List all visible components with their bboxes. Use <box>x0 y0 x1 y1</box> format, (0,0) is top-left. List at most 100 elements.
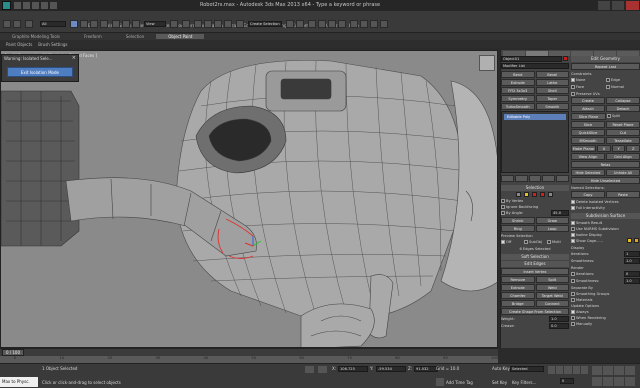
when-rendering-radio[interactable] <box>571 316 575 320</box>
isolation-close-icon[interactable]: × <box>72 55 76 61</box>
attach-button[interactable]: Attach <box>571 105 605 112</box>
grid-align-button[interactable]: Grid Align <box>606 153 640 160</box>
angle-snap-icon[interactable] <box>204 20 212 28</box>
material-editor-icon[interactable] <box>350 20 358 28</box>
reference-coordinate-dropdown[interactable]: View <box>144 21 166 27</box>
selection-filter-dropdown[interactable]: All <box>40 21 66 27</box>
edit-named-selection-icon[interactable] <box>236 20 244 28</box>
render-iterations-field[interactable]: 0 <box>624 271 640 277</box>
render-setup-icon[interactable] <box>360 20 368 28</box>
absolute-mode-icon[interactable] <box>318 366 327 373</box>
ffd-button[interactable]: FFD 3x3x3 <box>501 87 535 94</box>
time-tag-icon[interactable] <box>436 378 444 386</box>
collapse-button[interactable]: Collapse <box>606 97 640 104</box>
planar-x-button[interactable]: X <box>597 145 611 152</box>
key-filters-button[interactable]: Key Filters... <box>512 380 536 385</box>
snap-toggle-icon[interactable] <box>194 20 202 28</box>
cage-selection-color-swatch[interactable] <box>634 238 639 243</box>
hide-selected-button[interactable]: Hide Selected <box>571 169 605 176</box>
zoom-extents-icon[interactable] <box>614 366 624 375</box>
connect-button[interactable]: Connect <box>535 300 569 307</box>
select-object-icon[interactable] <box>70 20 78 28</box>
by-angle-checkbox[interactable] <box>501 211 505 215</box>
time-slider[interactable]: 0 / 100 <box>0 348 498 356</box>
play-icon[interactable] <box>564 366 572 374</box>
view-align-button[interactable]: View Align <box>571 153 605 160</box>
planar-y-button[interactable]: Y <box>611 145 626 152</box>
paste-button[interactable]: Paste <box>606 191 640 198</box>
zoom-icon[interactable] <box>592 366 602 375</box>
edit-edges-rollout-header[interactable]: Edit Edges <box>501 261 569 267</box>
current-frame-field[interactable]: 0 <box>560 378 574 384</box>
maximize-viewport-icon[interactable] <box>625 376 635 386</box>
mirror-icon[interactable] <box>286 20 294 28</box>
quickslice-button[interactable]: QuickSlice <box>571 129 605 136</box>
make-unique-icon[interactable] <box>528 175 542 182</box>
ignore-backfacing-checkbox[interactable] <box>501 205 505 209</box>
constraint-normal-radio[interactable] <box>606 85 610 89</box>
tab-freeform[interactable]: Freeform <box>72 34 114 39</box>
iterations-field[interactable]: 1 <box>624 251 640 257</box>
modifier-stack-list[interactable]: Editable Poly <box>501 111 569 173</box>
zoom-all-icon[interactable] <box>603 366 613 375</box>
target-weld-button[interactable]: Target Weld <box>535 292 569 299</box>
orbit-icon[interactable] <box>614 376 624 386</box>
symmetry-button[interactable]: Symmetry <box>501 95 535 102</box>
angle-field[interactable]: 45.0 <box>551 210 569 216</box>
spinner-snap-icon[interactable] <box>224 20 232 28</box>
edit-geometry-rollout-header[interactable]: Edit Geometry <box>571 56 640 62</box>
selected-dropdown[interactable]: Selected <box>510 366 544 372</box>
tab-selection[interactable]: Selection <box>114 34 156 39</box>
reset-plane-button[interactable]: Reset Plane <box>606 121 640 128</box>
taper-button[interactable]: Taper <box>535 95 569 102</box>
manually-radio[interactable] <box>571 322 575 326</box>
slice-button[interactable]: Slice <box>571 121 605 128</box>
exit-isolation-button[interactable]: Exit Isolation Mode <box>7 67 73 77</box>
delete-isolated-checkbox[interactable] <box>571 200 575 204</box>
align-icon[interactable] <box>296 20 304 28</box>
by-vertex-checkbox[interactable] <box>501 199 505 203</box>
bevel-button[interactable]: Bevel <box>535 71 569 78</box>
weld-button[interactable]: Weld <box>535 284 569 291</box>
render-iterations-checkbox[interactable] <box>571 272 575 276</box>
scale-icon[interactable] <box>132 20 140 28</box>
element-mode-icon[interactable] <box>548 192 553 197</box>
undo-tool-icon[interactable] <box>3 20 11 28</box>
bend-button[interactable]: Bend <box>501 71 535 78</box>
turbosmooth-button[interactable]: TurboSmooth <box>501 103 535 110</box>
constraint-face-radio[interactable] <box>571 85 575 89</box>
close-button[interactable] <box>626 1 639 10</box>
remove-modifier-icon[interactable] <box>542 175 556 182</box>
border-mode-icon[interactable] <box>532 192 537 197</box>
slice-plane-button[interactable]: Slice Plane <box>571 113 606 120</box>
copy-button[interactable]: Copy <box>571 191 605 198</box>
lathe-button[interactable]: Lathe <box>535 79 569 86</box>
previous-frame-icon[interactable] <box>556 366 564 374</box>
named-selection-dropdown[interactable]: Create Selection Se <box>248 21 282 27</box>
lock-selection-icon[interactable] <box>305 366 314 373</box>
constraint-none-radio[interactable] <box>571 78 575 82</box>
preserve-uvs-checkbox[interactable] <box>571 92 575 96</box>
cage-color-swatch[interactable] <box>627 238 632 243</box>
layer-manager-icon[interactable] <box>308 20 316 28</box>
x-coordinate-field[interactable]: 106.725 <box>338 366 368 372</box>
render-smoothness-checkbox[interactable] <box>571 279 575 283</box>
show-cage-checkbox[interactable] <box>571 239 575 243</box>
graphite-toggle-icon[interactable] <box>318 20 326 28</box>
selection-region-icon[interactable] <box>90 20 98 28</box>
create-shape-button[interactable]: Create Shape From Selection <box>501 308 569 315</box>
paint-objects-panel[interactable]: Paint Objects <box>6 42 32 47</box>
zoom-extents-all-icon[interactable] <box>625 366 635 375</box>
edge-mode-icon[interactable] <box>524 192 529 197</box>
use-nurms-checkbox[interactable] <box>571 227 575 231</box>
rendered-frame-icon[interactable] <box>370 20 378 28</box>
materials-checkbox[interactable] <box>571 298 575 302</box>
modifier-list-dropdown[interactable]: Modifier List <box>501 63 569 69</box>
preview-off-radio[interactable] <box>501 240 505 244</box>
redo-icon[interactable] <box>50 2 57 9</box>
app-logo-icon[interactable] <box>2 1 11 10</box>
save-file-icon[interactable] <box>32 2 39 9</box>
crease-field[interactable]: 0.0 <box>549 323 569 329</box>
undo-icon[interactable] <box>41 2 48 9</box>
perspective-viewport[interactable]: [ + ] [ Perspective ] [ Shaded + Edged F… <box>0 50 498 348</box>
